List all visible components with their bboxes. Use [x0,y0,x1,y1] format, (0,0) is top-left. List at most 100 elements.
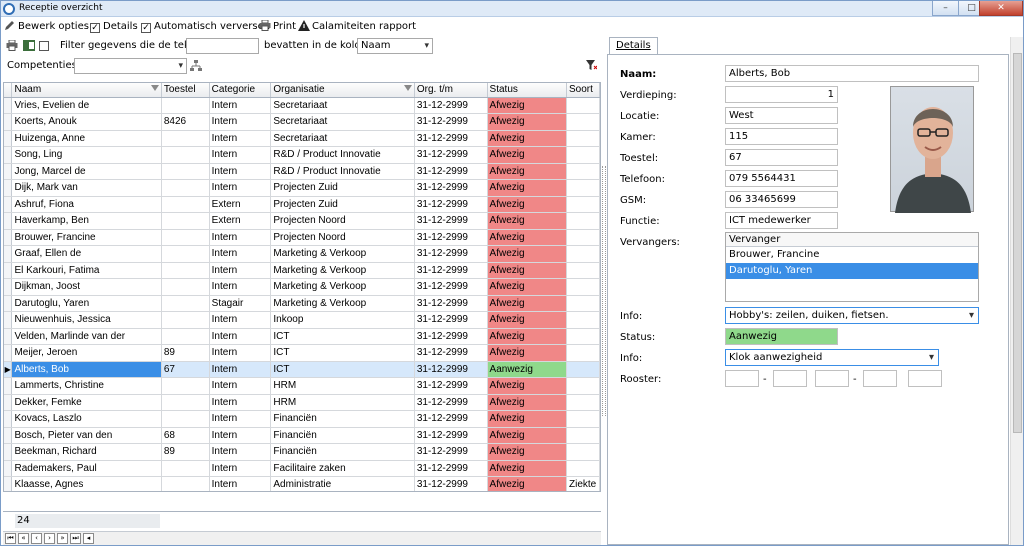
bewerk-opties-menu[interactable]: Bewerk opties ▾ [4,20,97,34]
cell-status[interactable]: Afwezig [487,377,567,395]
scroll-left-icon[interactable]: ◂ [83,533,94,544]
cell-organisatie[interactable]: Marketing & Verkoop [270,278,415,296]
cell-soort[interactable] [566,196,600,213]
cell-categorie[interactable]: Intern [209,113,272,131]
cell-naam[interactable]: Meijer, Jeroen [11,344,162,362]
kamer-field[interactable]: 115 [725,128,838,145]
table-row[interactable]: Jong, Marcel de Intern R&D / Product Innov… [4,163,600,180]
cell-categorie[interactable]: Intern [209,344,272,362]
cell-naam[interactable]: El Karkouri, Fatima [11,262,162,279]
cell-status[interactable]: Afwezig [487,344,567,362]
column-header-soort[interactable]: Soort [566,83,600,98]
row-indicator[interactable] [4,394,13,411]
list-item[interactable]: Brouwer, Francine [726,247,978,263]
cell-toestel[interactable] [161,328,210,345]
minimize-button[interactable]: – [932,1,959,16]
row-indicator[interactable] [4,113,13,131]
filter-column-select[interactable]: Naam [357,38,433,54]
cell-status[interactable]: Afwezig [487,97,567,114]
cell-toestel[interactable] [161,311,210,329]
cell-categorie[interactable]: Intern [209,410,272,428]
row-indicator[interactable] [4,476,13,491]
last-record-icon[interactable]: ⏭ [70,533,81,544]
cell-status[interactable]: Afwezig [487,460,567,477]
row-indicator[interactable] [4,443,13,461]
row-indicator[interactable] [4,97,13,114]
rooster-field[interactable] [725,370,759,387]
row-indicator[interactable] [4,295,13,312]
cell-organisatie[interactable]: Projecten Zuid [270,196,415,213]
cell-categorie[interactable]: Intern [209,262,272,279]
cell-categorie[interactable]: Intern [209,130,272,147]
table-row[interactable]: Graaf, Ellen de Intern Marketing & Verkoop… [4,245,600,263]
cell-naam[interactable]: Graaf, Ellen de [11,245,162,263]
cell-organisatie[interactable]: HRM [270,394,415,411]
cell-categorie[interactable]: Intern [209,460,272,477]
cell-status[interactable]: Aanwezig [487,361,567,378]
cell-organisatie[interactable]: ICT [270,361,415,378]
cell-organisatie[interactable]: Projecten Zuid [270,179,415,197]
table-row[interactable]: Ashruf, Fiona Extern Projecten Zuid 31-12-2… [4,196,600,213]
cell-naam[interactable]: Rademakers, Paul [11,460,162,477]
cell-status[interactable]: Afwezig [487,278,567,296]
cell-toestel[interactable] [161,377,210,395]
cell-naam[interactable]: Nieuwenhuis, Jessica [11,311,162,329]
previous-record-icon[interactable]: ‹ [31,533,42,544]
cell-org-tm[interactable]: 31-12-2999 [414,179,488,197]
row-indicator[interactable] [4,245,13,263]
cell-organisatie[interactable]: Secretariaat [270,130,415,147]
cell-org-tm[interactable]: 31-12-2999 [414,311,488,329]
cell-org-tm[interactable]: 31-12-2999 [414,196,488,213]
table-row[interactable]: Lammerts, Christine Intern HRM 31-12-2999 Af… [4,377,600,395]
cell-org-tm[interactable]: 31-12-2999 [414,163,488,180]
cell-status[interactable]: Afwezig [487,295,567,312]
row-indicator[interactable] [4,163,13,180]
cell-org-tm[interactable]: 31-12-2999 [414,229,488,246]
tab-details[interactable]: Details [609,37,658,54]
cell-toestel[interactable] [161,410,210,428]
cell-toestel[interactable] [161,476,210,491]
row-indicator[interactable] [4,427,13,444]
cell-status[interactable]: Afwezig [487,311,567,329]
cell-organisatie[interactable]: Projecten Noord [270,229,415,246]
filter-icon[interactable] [150,85,159,91]
cell-toestel[interactable] [161,295,210,312]
cell-org-tm[interactable]: 31-12-2999 [414,328,488,345]
cell-organisatie[interactable]: Facilitaire zaken [270,460,415,477]
cell-toestel[interactable]: 8426 [161,113,210,131]
cell-organisatie[interactable]: Secretariaat [270,97,415,114]
cell-soort[interactable] [566,311,600,329]
cell-toestel[interactable] [161,212,210,230]
auto-refresh-checkbox[interactable]: ✓ Automatisch verversen [141,20,270,34]
row-indicator[interactable] [4,179,13,197]
cell-categorie[interactable]: Extern [209,212,272,230]
row-indicator[interactable] [4,311,13,329]
info2-select[interactable]: Klok aanwezigheid [725,349,939,366]
cell-naam[interactable]: Haverkamp, Ben [11,212,162,230]
cell-naam[interactable]: Vries, Evelien de [11,97,162,114]
cell-organisatie[interactable]: R&D / Product Innovatie [270,163,415,180]
row-indicator[interactable] [4,377,13,395]
filter-text-input[interactable] [186,38,259,54]
next-record-icon[interactable]: › [44,533,55,544]
table-row[interactable]: Dijk, Mark van Intern Projecten Zuid 31-12-… [4,179,600,197]
row-indicator[interactable] [4,130,13,147]
cell-org-tm[interactable]: 31-12-2999 [414,476,488,491]
cell-soort[interactable] [566,328,600,345]
cell-toestel[interactable] [161,146,210,164]
cell-soort[interactable] [566,245,600,263]
column-header-organisatie[interactable]: Organisatie [270,83,415,98]
table-row[interactable]: Haverkamp, Ben Extern Projecten Noord 31-12… [4,212,600,230]
row-indicator[interactable] [4,460,13,477]
table-row[interactable]: El Karkouri, Fatima Intern Marketing & Ver… [4,262,600,279]
cell-org-tm[interactable]: 31-12-2999 [414,394,488,411]
cell-org-tm[interactable]: 31-12-2999 [414,130,488,147]
cell-categorie[interactable]: Intern [209,146,272,164]
cell-toestel[interactable]: 89 [161,443,210,461]
calamiteiten-rapport-button[interactable]: Calamiteiten rapport [298,20,416,34]
cell-org-tm[interactable]: 31-12-2999 [414,410,488,428]
cell-categorie[interactable]: Intern [209,394,272,411]
locatie-field[interactable]: West [725,107,838,124]
first-record-icon[interactable]: ⏮ [5,533,16,544]
cell-soort[interactable] [566,262,600,279]
